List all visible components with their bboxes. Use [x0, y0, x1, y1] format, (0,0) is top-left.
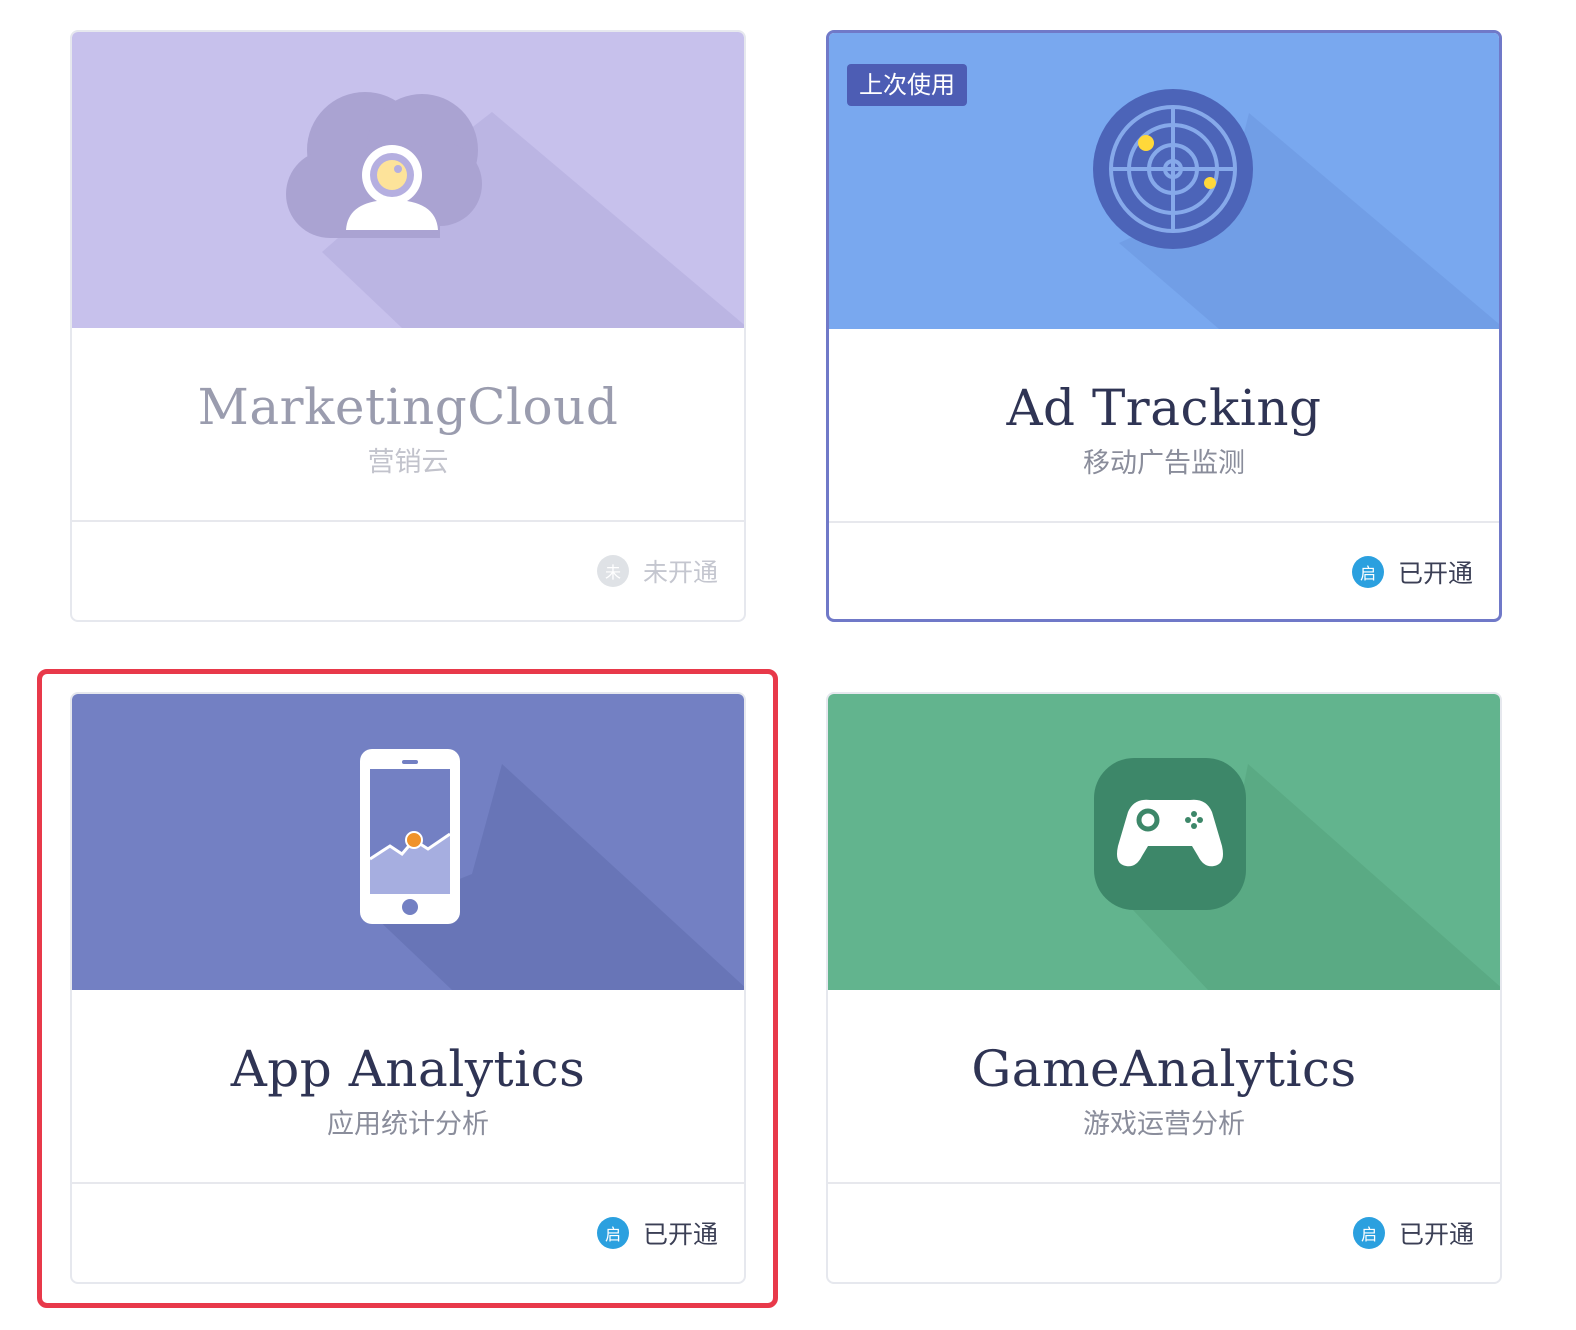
- status-label: 已开通: [642, 1220, 718, 1249]
- status-badge: 启: [1352, 1217, 1385, 1249]
- product-name: GameAnalytics: [971, 1040, 1357, 1098]
- product-name: App Analytics: [230, 1040, 586, 1098]
- cloud-user-icon: [286, 92, 744, 328]
- card-banner: [828, 694, 1500, 990]
- status-label: 已开通: [1397, 559, 1473, 588]
- card-divider: [829, 521, 1499, 523]
- status-label: 未开通: [642, 558, 718, 587]
- status-label: 已开通: [1398, 1220, 1474, 1249]
- product-name: Ad Tracking: [1006, 379, 1322, 437]
- card-divider: [72, 1182, 744, 1184]
- status-indicator: 未 未开通: [596, 553, 718, 589]
- product-card-gameanalytics[interactable]: GameAnalytics 游戏运营分析 启 已开通: [826, 692, 1502, 1284]
- gamepad-icon: [1094, 758, 1500, 990]
- status-badge: 启: [596, 1217, 629, 1249]
- product-subname: 应用统计分析: [327, 1109, 489, 1140]
- card-banner: [72, 32, 744, 328]
- product-subname: 营销云: [367, 447, 449, 478]
- product-subname: 游戏运营分析: [1083, 1109, 1245, 1140]
- status-badge: 未: [596, 555, 629, 587]
- product-card-marketingcloud[interactable]: MarketingCloud 营销云 未 未开通: [70, 30, 746, 622]
- product-card-adtracking[interactable]: 上次使用 Ad Tracking 移动广告监测 启 已开通: [826, 30, 1502, 622]
- status-indicator: 启 已开通: [1351, 554, 1473, 590]
- status-badge: 启: [1351, 556, 1384, 588]
- product-name: MarketingCloud: [197, 378, 619, 436]
- product-card-appanalytics[interactable]: App Analytics 应用统计分析 启 已开通: [70, 692, 746, 1284]
- status-indicator: 启 已开通: [596, 1215, 718, 1251]
- card-divider: [72, 520, 744, 522]
- card-divider: [828, 1182, 1500, 1184]
- status-indicator: 启 已开通: [1352, 1215, 1474, 1251]
- card-banner: 上次使用: [829, 33, 1499, 329]
- phone-chart-icon: [360, 749, 744, 990]
- product-subname: 移动广告监测: [1083, 448, 1245, 479]
- last-used-tag: 上次使用: [847, 64, 967, 106]
- card-banner: [72, 694, 744, 990]
